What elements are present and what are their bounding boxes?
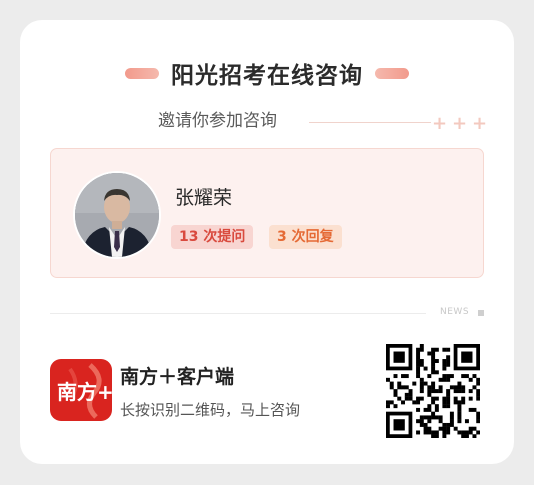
app-name: 南方＋客户端 [120, 366, 235, 388]
card-title: 阳光招考在线咨询 [171, 63, 363, 89]
section-divider [50, 313, 426, 314]
invite-divider [309, 122, 431, 123]
avatar-photo-icon [75, 173, 159, 257]
qr-code-icon[interactable] [386, 344, 481, 439]
plus-icon: + [432, 113, 448, 134]
plus-icon: + [452, 113, 468, 134]
title-pill-left-icon [125, 67, 159, 79]
expert-name: 张耀荣 [175, 187, 233, 209]
plus-icon: + [472, 113, 488, 134]
title-row: 阳光招考在线咨询 [20, 56, 514, 90]
avatar [73, 171, 161, 259]
invite-card: 阳光招考在线咨询 邀请你参加咨询 + + + 张耀荣 13 次提问 3 次回复 … [20, 20, 514, 464]
nanfang-app-icon: 南方+ [50, 359, 112, 421]
app-subtitle: 长按识别二维码，马上咨询 [120, 401, 301, 419]
invite-text: 邀请你参加咨询 [158, 111, 277, 131]
expert-card[interactable]: 张耀荣 13 次提问 3 次回复 [50, 148, 484, 278]
questions-count-badge: 13 次提问 [171, 225, 254, 249]
news-label: NEWS [440, 307, 470, 317]
replies-count-badge: 3 次回复 [269, 225, 342, 249]
news-square-icon [478, 310, 484, 316]
svg-text:南方+: 南方+ [57, 380, 112, 404]
title-pill-right-icon [375, 67, 409, 79]
